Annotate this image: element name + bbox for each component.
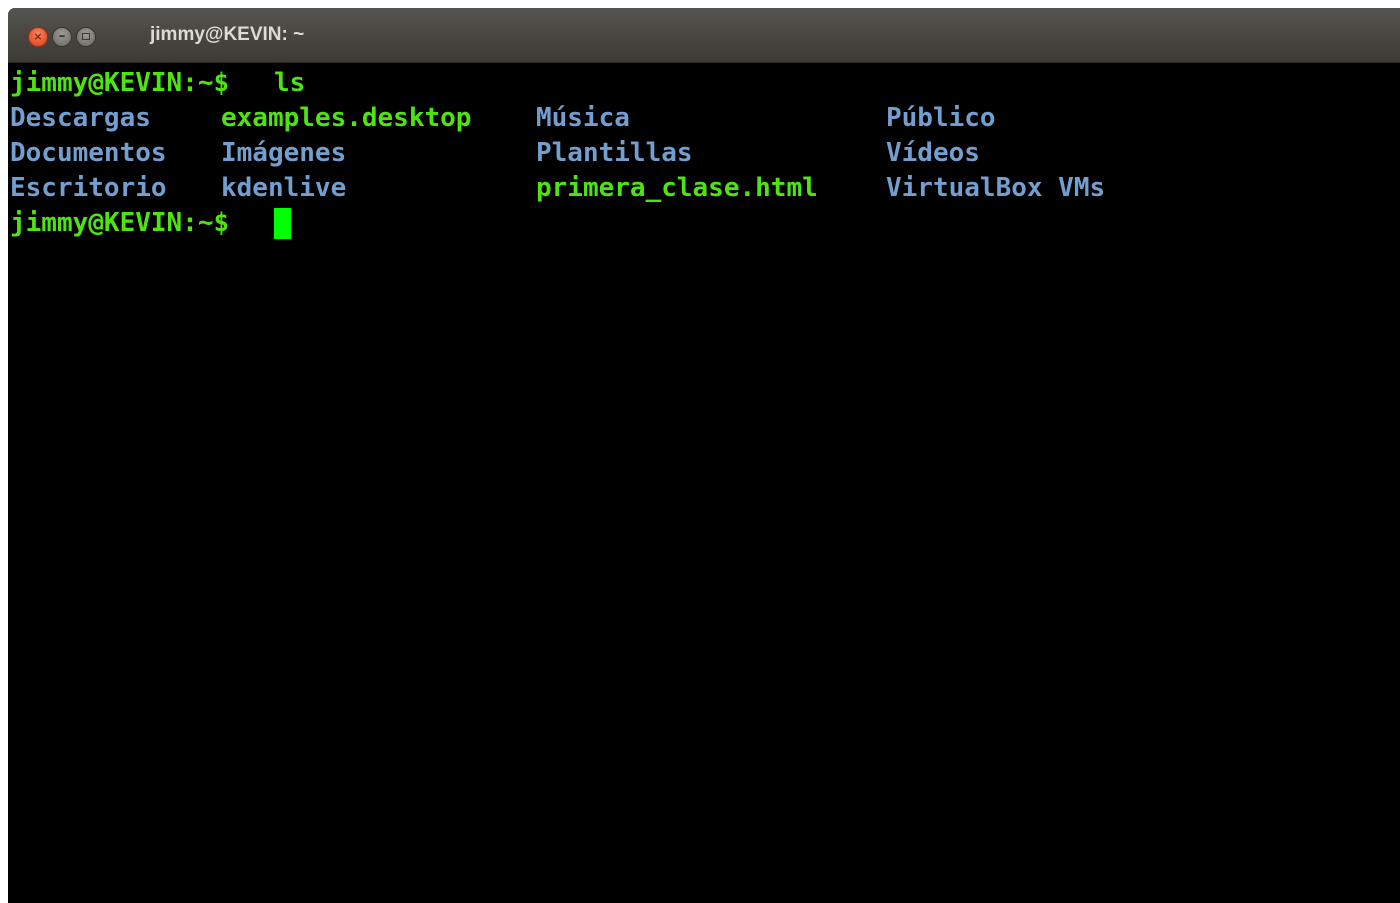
directory-entry: Escritorio bbox=[10, 173, 167, 203]
active-prompt-line[interactable]: jimmy@KEVIN:~$ bbox=[10, 206, 410, 241]
directory-entry: kdenlive bbox=[221, 173, 347, 203]
listing-row: Documentos Imágenes Plantillas Vídeos bbox=[10, 136, 980, 171]
minimize-icon: – bbox=[58, 28, 66, 44]
terminal-window: × – jimmy@KEVIN: ~ jimmy@KEVIN:~$ ls Des… bbox=[8, 8, 1400, 903]
typed-command: ls bbox=[274, 68, 306, 98]
maximize-button[interactable] bbox=[76, 27, 96, 47]
terminal-output[interactable]: jimmy@KEVIN:~$ ls Descargas examples.des… bbox=[10, 66, 1400, 903]
listing-row: Descargas examples.desktop Música Públic… bbox=[10, 101, 996, 136]
text-cursor bbox=[274, 208, 291, 239]
directory-entry: Imágenes bbox=[221, 138, 347, 168]
file-entry: primera_clase.html bbox=[536, 173, 818, 203]
listing-row: Escritorio kdenlive primera_clase.html V… bbox=[10, 171, 1105, 206]
close-button[interactable]: × bbox=[28, 27, 48, 47]
close-icon: × bbox=[33, 30, 43, 43]
directory-entry: Plantillas bbox=[536, 138, 693, 168]
directory-entry: Público bbox=[886, 103, 996, 133]
title-bar[interactable]: × – jimmy@KEVIN: ~ bbox=[8, 8, 1400, 63]
file-entry: examples.desktop bbox=[221, 103, 472, 133]
directory-entry: VirtualBox VMs bbox=[886, 173, 1106, 203]
directory-entry: Música bbox=[536, 103, 630, 133]
shell-prompt: jimmy@KEVIN:~$ bbox=[10, 208, 230, 238]
window-title: jimmy@KEVIN: ~ bbox=[150, 24, 305, 45]
directory-entry: Vídeos bbox=[886, 138, 980, 168]
shell-prompt: jimmy@KEVIN:~$ bbox=[10, 68, 230, 98]
directory-entry: Documentos bbox=[10, 138, 167, 168]
directory-entry: Descargas bbox=[10, 103, 151, 133]
minimize-button[interactable]: – bbox=[52, 27, 72, 47]
maximize-icon bbox=[82, 33, 90, 40]
command-line: jimmy@KEVIN:~$ ls bbox=[10, 66, 305, 101]
